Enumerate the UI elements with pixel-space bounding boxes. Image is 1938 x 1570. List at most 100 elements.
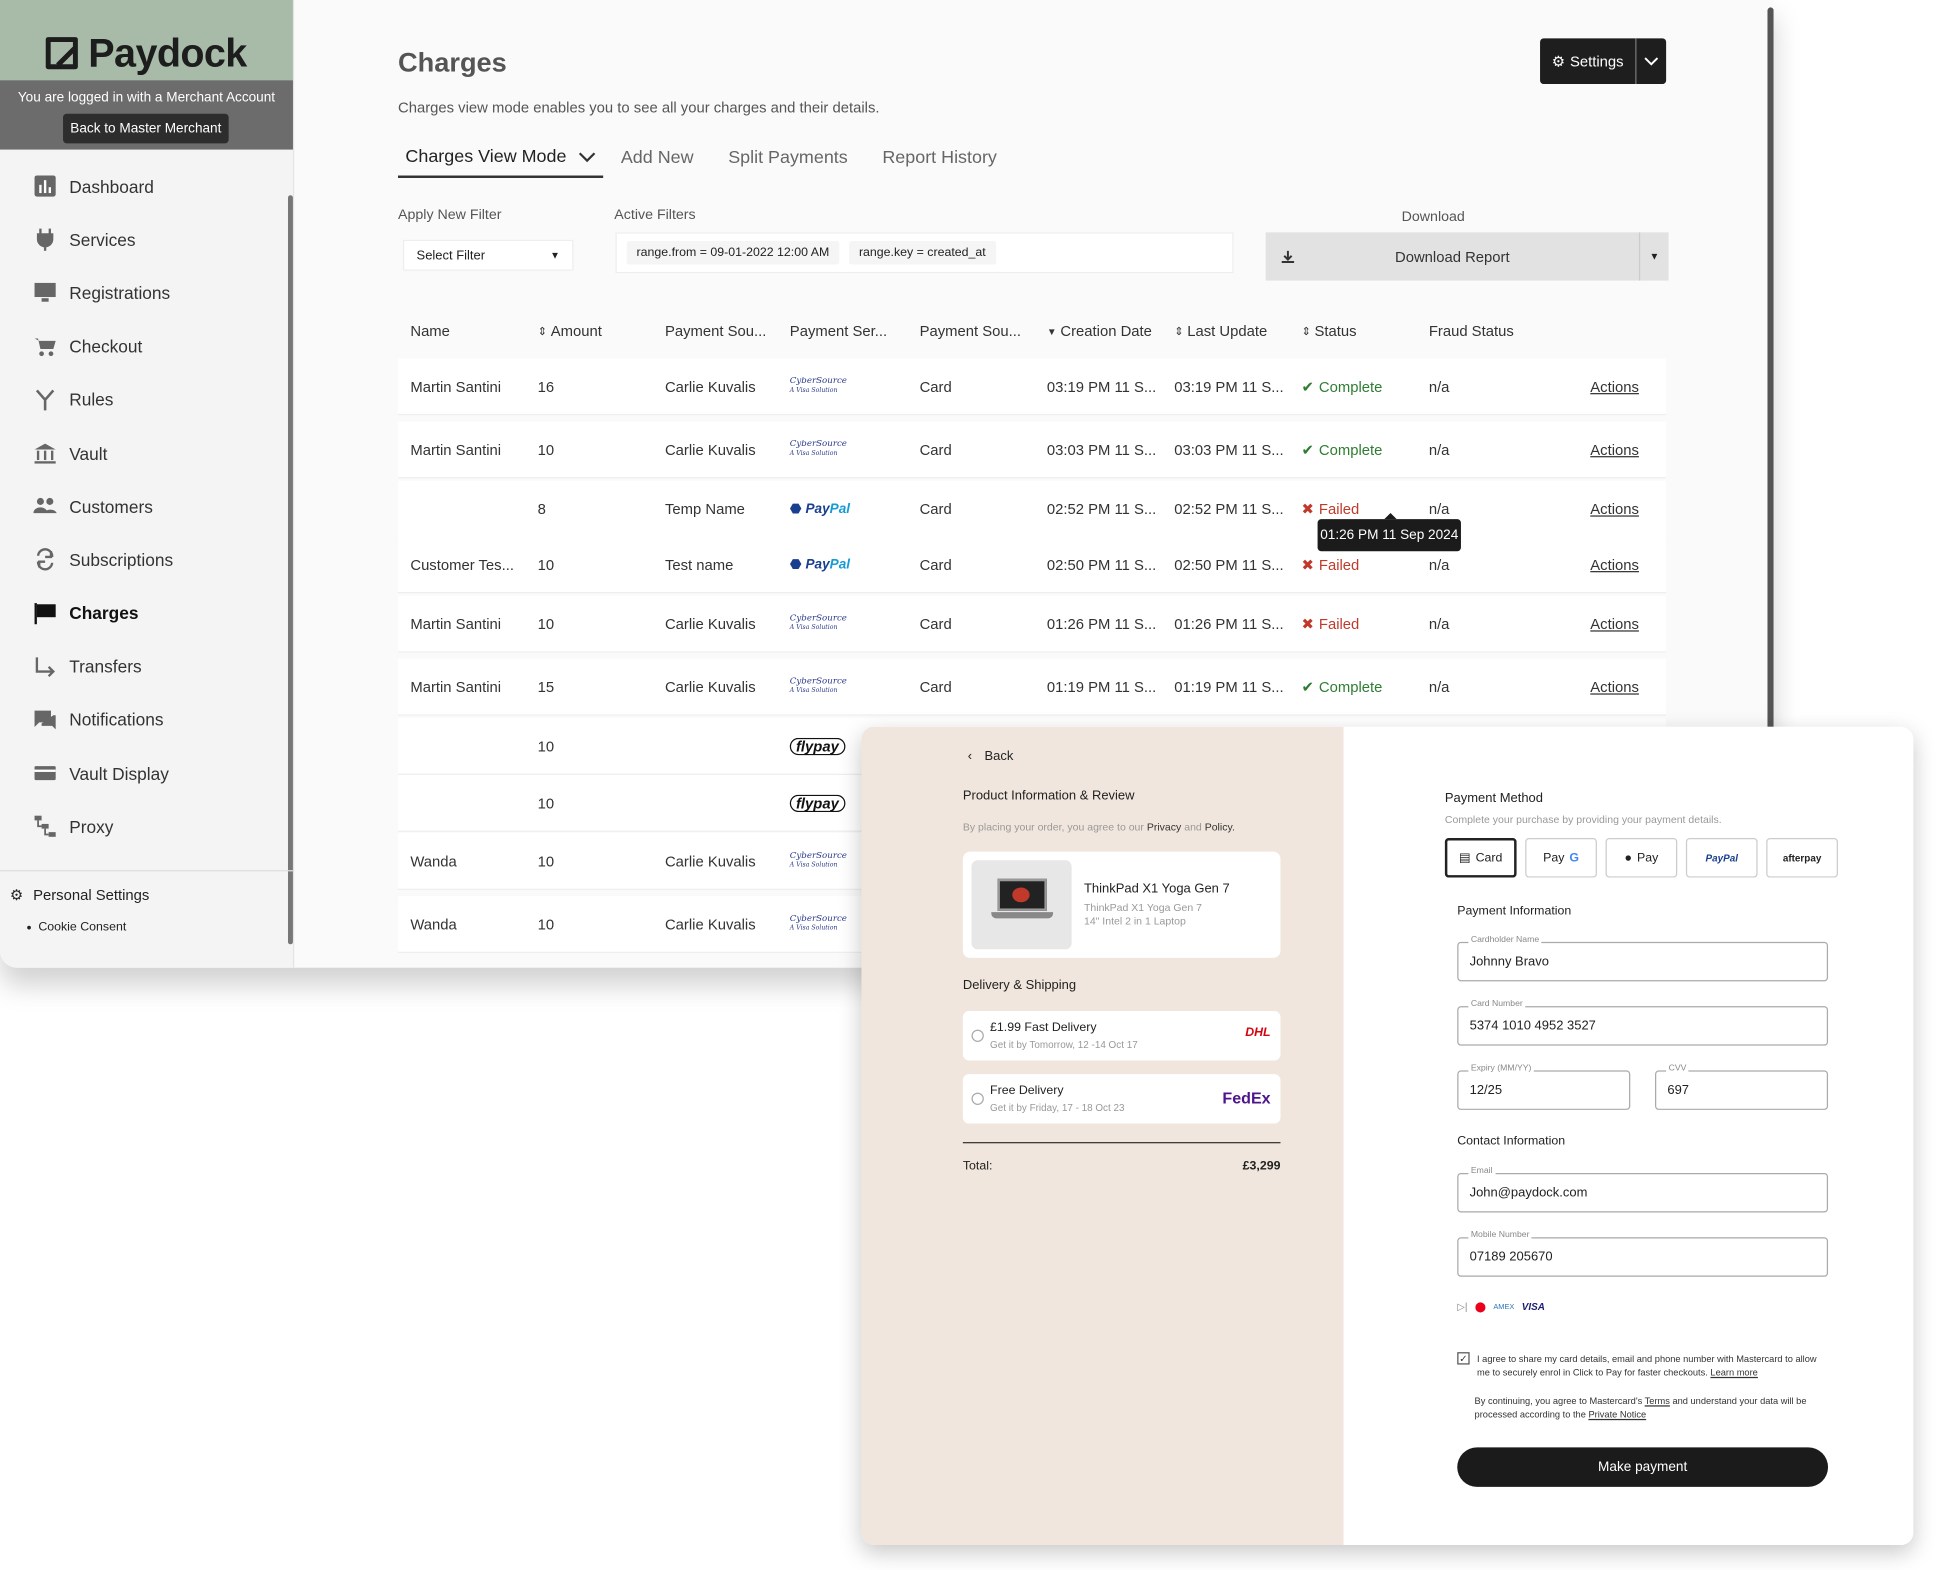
learn-more-link[interactable]: Learn more bbox=[1710, 1367, 1757, 1378]
table-row[interactable]: Martin Santini 15 Carlie Kuvalis CyberSourc… bbox=[397, 658, 1667, 716]
privacy-link[interactable]: Privacy bbox=[1147, 821, 1181, 833]
column-header[interactable]: ⇕ Status bbox=[1289, 315, 1416, 347]
method-apple-pay[interactable]: ● Pay bbox=[1605, 838, 1678, 878]
table-row[interactable]: Martin Santini 16 Carlie Kuvalis CyberSourc… bbox=[397, 358, 1667, 416]
back-to-master-button[interactable]: Back to Master Merchant bbox=[63, 113, 229, 144]
table-row[interactable]: Martin Santini 10 Carlie Kuvalis CyberSourc… bbox=[397, 421, 1667, 479]
cell-last-update: 02:50 PM 11 S... bbox=[1174, 555, 1284, 573]
tab-split-payments[interactable]: Split Payments bbox=[711, 138, 865, 178]
column-header[interactable]: Fraud Status bbox=[1416, 315, 1543, 347]
tab-add-new[interactable]: Add New bbox=[604, 138, 711, 178]
tab-report-history[interactable]: Report History bbox=[865, 138, 1014, 178]
settings-button[interactable]: ⚙ Settings bbox=[1540, 38, 1667, 85]
filter-chip[interactable]: range.key = created_at bbox=[849, 241, 996, 265]
actions-link[interactable]: Actions bbox=[1590, 556, 1639, 573]
column-header[interactable]: ▼ Creation Date bbox=[1035, 315, 1162, 347]
column-header[interactable]: Payment Sou... bbox=[653, 315, 780, 347]
actions-link[interactable]: Actions bbox=[1590, 500, 1639, 517]
method-afterpay[interactable]: afterpay bbox=[1766, 838, 1838, 878]
cell-creation-date[interactable]: 01:19 PM 11 S... bbox=[1035, 678, 1162, 695]
sidebar-item-notifications[interactable]: Notifications bbox=[0, 693, 294, 746]
settings-dropdown-toggle[interactable] bbox=[1636, 56, 1666, 66]
sidebar-item-services[interactable]: Services bbox=[0, 213, 294, 266]
download-options-toggle[interactable]: ▼ bbox=[1638, 232, 1669, 281]
cookie-consent-link[interactable]: Cookie Consent bbox=[27, 921, 294, 935]
expiry-field[interactable]: Expiry (MM/YY) 12/25 bbox=[1457, 1064, 1631, 1110]
method-card[interactable]: ▤ Card bbox=[1444, 838, 1517, 878]
back-link[interactable]: ‹ Back bbox=[968, 749, 1014, 764]
cell-creation-date[interactable]: 02:52 PM 11 S... bbox=[1035, 500, 1162, 517]
download-report-label: Download Report bbox=[1394, 247, 1510, 266]
sidebar-item-dashboard[interactable]: Dashboard bbox=[0, 159, 294, 212]
method-card-label: Card bbox=[1475, 850, 1503, 865]
tab-label: Report History bbox=[882, 148, 997, 169]
personal-settings-link[interactable]: ⚙ Personal Settings bbox=[10, 886, 294, 903]
column-header[interactable]: ⇕ Amount bbox=[525, 315, 652, 347]
privacy-notice-link[interactable]: Private Notice bbox=[1588, 1409, 1646, 1420]
shipping-option-fast[interactable]: £1.99 Fast Delivery Get it by Tomorrow, … bbox=[962, 1011, 1281, 1061]
policy-link[interactable]: Policy. bbox=[1205, 821, 1235, 833]
sidebar-item-registrations[interactable]: Registrations bbox=[0, 266, 294, 319]
sidebar-item-checkout[interactable]: Checkout bbox=[0, 320, 294, 373]
method-google-pay[interactable]: Pay G bbox=[1525, 838, 1597, 878]
download-report-button[interactable]: Download Report ▼ bbox=[1265, 232, 1669, 281]
cell-payment-source: Carlie Kuvalis bbox=[664, 915, 756, 933]
table-row[interactable]: Customer Tes... 10 Test name ⬣ PayPal Card 02… bbox=[397, 536, 1667, 594]
shipping-radio[interactable] bbox=[971, 1092, 984, 1105]
cell-creation-date[interactable]: 03:03 PM 11 S... bbox=[1035, 441, 1162, 458]
column-header[interactable]: Payment Sou... bbox=[907, 315, 1034, 347]
actions-cell: Actions bbox=[1544, 378, 1661, 395]
cell-creation-date[interactable]: 03:19 PM 11 S... bbox=[1035, 378, 1162, 395]
cell-source-type: Card bbox=[919, 377, 952, 395]
shipping-option-free[interactable]: Free Delivery Get it by Friday, 17 - 18 … bbox=[962, 1074, 1281, 1124]
mobile-field[interactable]: Mobile Number 07189 205670 bbox=[1457, 1231, 1829, 1277]
paydock-logo[interactable]: Paydock bbox=[0, 27, 293, 79]
column-label: Creation Date bbox=[1060, 322, 1152, 340]
cell-fraud-status: n/a bbox=[1428, 677, 1450, 696]
make-payment-button[interactable]: Make payment bbox=[1457, 1447, 1829, 1487]
laptop-image bbox=[971, 860, 1072, 950]
column-header[interactable]: ⇕ Last Update bbox=[1162, 315, 1289, 347]
column-header[interactable]: Payment Ser... bbox=[780, 315, 907, 347]
sidebar-item-vault[interactable]: Vault bbox=[0, 426, 294, 479]
table-row[interactable]: 8 Temp Name ⬣ PayPal Card 02:52 PM 11 S... 02… bbox=[397, 480, 1667, 538]
cybersource-logo: CyberSource A Visa Solution bbox=[789, 440, 847, 458]
actions-link[interactable]: Actions bbox=[1590, 378, 1639, 395]
sidebar-item-transfers[interactable]: Transfers bbox=[0, 640, 294, 693]
date-tooltip: 01:26 PM 11 Sep 2024 bbox=[1317, 512, 1461, 552]
sidebar-item-subscriptions[interactable]: Subscriptions bbox=[0, 533, 294, 586]
hierarchy-icon bbox=[32, 816, 57, 838]
filter-chip[interactable]: range.from = 09-01-2022 12:00 AM bbox=[626, 241, 840, 265]
column-header[interactable]: Name bbox=[398, 315, 525, 347]
sidebar-item-rules[interactable]: Rules bbox=[0, 373, 294, 426]
select-filter-value: Select Filter bbox=[416, 247, 486, 263]
method-paypal[interactable]: PayPal bbox=[1685, 838, 1758, 878]
actions-link[interactable]: Actions bbox=[1590, 441, 1639, 458]
cardholder-value: Johnny Bravo bbox=[1469, 954, 1549, 970]
email-field[interactable]: Email John@paydock.com bbox=[1457, 1166, 1829, 1213]
actions-link[interactable]: Actions bbox=[1590, 678, 1639, 695]
cell-payment-service: ⬣ PayPal bbox=[780, 501, 907, 517]
select-filter-dropdown[interactable]: Select Filter ▼ bbox=[402, 239, 574, 271]
sidebar-item-label: Customers bbox=[69, 496, 153, 517]
sidebar-item-charges[interactable]: Charges bbox=[0, 586, 294, 639]
cvv-field[interactable]: CVV 697 bbox=[1655, 1064, 1829, 1110]
page-description: Charges view mode enables you to see all… bbox=[397, 98, 880, 117]
sidebar-item-customers[interactable]: Customers bbox=[0, 480, 294, 533]
consent-checkbox[interactable]: ✓ bbox=[1457, 1352, 1470, 1365]
cell-creation-date[interactable]: 01:26 PM 11 S... bbox=[1035, 615, 1162, 632]
shipping-radio[interactable] bbox=[971, 1029, 984, 1042]
table-row[interactable]: Martin Santini 10 Carlie Kuvalis CyberSourc… bbox=[397, 595, 1667, 653]
actions-link[interactable]: Actions bbox=[1590, 615, 1639, 632]
back-label: Back bbox=[984, 749, 1014, 764]
cell-payment-source: Temp Name bbox=[664, 499, 745, 518]
sidebar-scrollbar[interactable] bbox=[287, 195, 293, 945]
sidebar-item-vault-display[interactable]: Vault Display bbox=[0, 747, 294, 800]
sidebar-item-proxy[interactable]: Proxy bbox=[0, 800, 294, 853]
cell-creation-date[interactable]: 02:50 PM 11 S... bbox=[1035, 556, 1162, 573]
terms-link[interactable]: Terms bbox=[1645, 1395, 1670, 1406]
tab-charges-view-mode[interactable]: Charges View Mode bbox=[397, 138, 604, 178]
cardholder-field[interactable]: Cardholder Name Johnny Bravo bbox=[1457, 935, 1829, 982]
card-number-field[interactable]: Card Number 5374 1010 4952 3527 bbox=[1457, 999, 1829, 1046]
status-text: Failed bbox=[1318, 614, 1360, 633]
